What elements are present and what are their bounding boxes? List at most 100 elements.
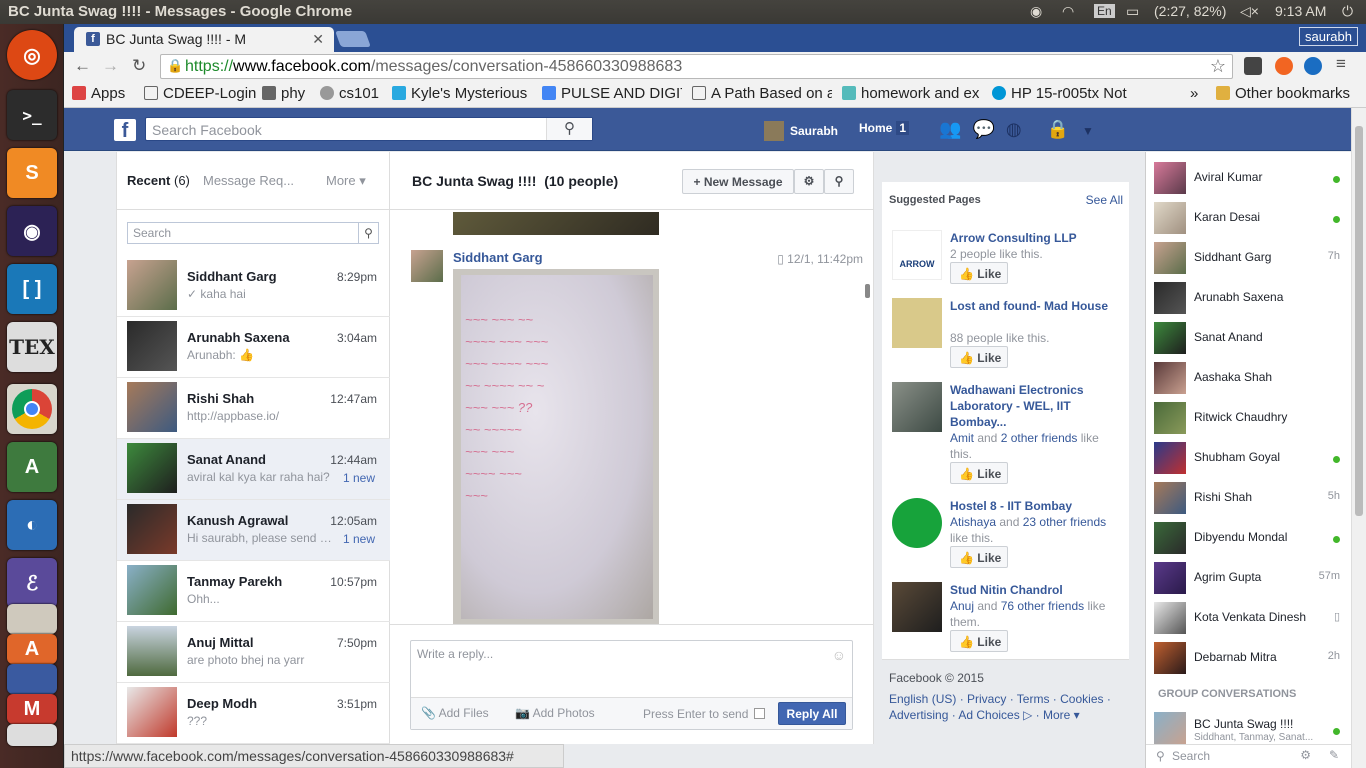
gmail-icon[interactable]: M (7, 694, 57, 724)
bookmark-cdeep[interactable]: CDEEP-Login (144, 85, 256, 102)
message-sender[interactable]: Siddhant Garg (453, 250, 543, 265)
search-icon[interactable]: ⚲ (546, 118, 592, 140)
files-icon[interactable] (7, 604, 57, 634)
add-files-button[interactable]: 📎 Add Files (421, 706, 489, 720)
reply-all-button[interactable]: Reply All (778, 702, 846, 725)
like-button[interactable]: 👍 Like (950, 346, 1008, 368)
android-studio-icon[interactable]: A (7, 442, 57, 492)
page-scrollbar[interactable] (1351, 108, 1366, 768)
browser-tab[interactable]: f BC Junta Swag !!!! - M ✕ (74, 27, 334, 52)
like-button[interactable]: 👍 Like (950, 262, 1008, 284)
battery-status[interactable]: (2:27, 82%) (1154, 3, 1226, 19)
notifications-icon[interactable]: ◍ (1006, 119, 1022, 139)
clock[interactable]: 9:13 AM (1275, 3, 1326, 19)
chat-friend[interactable]: Agrim Gupta 57m (1154, 558, 1350, 598)
bookmark-homework[interactable]: homework and ex (842, 85, 982, 102)
new-tab-button[interactable] (335, 31, 371, 47)
other-bookmarks[interactable]: Other bookmarks (1216, 85, 1350, 102)
ubuntu-dash-icon[interactable]: ◎ (7, 30, 57, 80)
new-message-button[interactable]: + New Message (682, 169, 794, 194)
chat-friend[interactable]: Siddhant Garg 7h (1154, 238, 1350, 278)
bookmark-kyle[interactable]: Kyle's Mysterious (392, 85, 532, 102)
footer-links[interactable]: English (US) · Privacy · Terms · Cookies… (889, 691, 1119, 723)
software-center-icon[interactable]: A (7, 634, 57, 664)
conversation-item[interactable]: Deep Modh 3:51pm??? (117, 683, 391, 744)
bookmark-hp[interactable]: HP 15-r005tx Not (992, 85, 1132, 102)
add-photos-button[interactable]: 📷 Add Photos (515, 706, 595, 720)
battery-icon[interactable]: ▭ (1126, 3, 1139, 20)
volume-muted-icon[interactable]: ◁× (1240, 3, 1259, 20)
google-chrome-icon[interactable] (7, 384, 57, 434)
bookmarks-overflow[interactable]: » (1190, 85, 1198, 102)
power-icon[interactable]: ⏻ (1342, 3, 1353, 20)
bookmark-path-based[interactable]: A Path Based on a (692, 85, 832, 102)
reply-box[interactable]: Write a reply... ☺ 📎 Add Files 📷 Add Pho… (410, 640, 853, 730)
wifi-icon[interactable]: ◠ (1062, 3, 1074, 20)
back-icon[interactable]: ← (74, 56, 91, 76)
chat-search-input[interactable]: ⚲ Search ⚙ ✎ (1146, 744, 1351, 768)
like-button[interactable]: 👍 Like (950, 462, 1008, 484)
texmaker-icon[interactable]: TEX (7, 322, 57, 372)
chat-friend[interactable]: Shubham Goyal (1154, 438, 1350, 478)
page-logo-icon[interactable] (892, 382, 942, 432)
chat-friend[interactable]: Aviral Kumar (1154, 158, 1350, 198)
page-title[interactable]: Lost and found- Mad House (950, 298, 1120, 314)
menu-icon[interactable]: ≡ (1336, 54, 1346, 74)
conversation-item[interactable]: Siddhant Garg 8:29pm ✓ kaha hai (117, 256, 391, 317)
facebook-logo-icon[interactable]: f (114, 119, 136, 142)
tab-recent[interactable]: Recent (6) (127, 173, 190, 188)
messages-icon[interactable]: 💬 (972, 119, 994, 139)
search-icon[interactable]: ⚲ (358, 223, 378, 243)
inbox-search-input[interactable]: Search ⚲ (127, 222, 379, 244)
reload-icon[interactable]: ↻ (132, 56, 146, 76)
page-logo-icon[interactable] (892, 498, 942, 548)
address-bar[interactable]: 🔒 https://www.facebook.com/messages/conv… (160, 54, 1233, 79)
bookmark-star-icon[interactable]: ☆ (1210, 56, 1226, 77)
compose-icon[interactable]: ✎ (1329, 748, 1339, 762)
previous-photo[interactable] (453, 212, 659, 235)
account-menu-icon[interactable]: ▼ (1082, 124, 1094, 138)
bookmark-apps[interactable]: Apps (72, 85, 125, 102)
bookmark-pulse[interactable]: PULSE AND DIGIT (542, 85, 682, 102)
whiteboard-photo[interactable]: ~~~ ~~~ ~~ ~~~~ ~~~ ~~~ ~~~ ~~~~ ~~~ ~~ ~~~… (453, 269, 659, 625)
page-title[interactable]: Hostel 8 - IIT Bombay (950, 498, 1120, 514)
tab-message-requests[interactable]: Message Req... (203, 173, 294, 188)
see-all-link[interactable]: See All (1086, 193, 1123, 207)
page-title[interactable]: Arrow Consulting LLP (950, 230, 1120, 246)
page-title[interactable]: Stud Nitin Chandrol (950, 582, 1120, 598)
home-link[interactable]: Home 1 (859, 121, 910, 135)
page-logo-icon[interactable] (892, 298, 942, 348)
conversation-item[interactable]: Anuj Mittal 7:50pm are photo bhej na yarr (117, 622, 391, 683)
like-button[interactable]: 👍 Like (950, 546, 1008, 568)
tab-more[interactable]: More ▾ (326, 173, 366, 189)
forward-icon[interactable]: → (102, 56, 119, 76)
eclipse-icon[interactable]: ◉ (7, 206, 57, 256)
trash-icon[interactable] (7, 724, 57, 746)
group-conversation[interactable]: BC Junta Swag !!!! Siddhant, Tanmay, San… (1154, 708, 1350, 744)
avatar[interactable] (411, 250, 443, 282)
press-enter-checkbox[interactable] (754, 708, 765, 719)
close-tab-icon[interactable]: ✕ (312, 31, 324, 48)
chat-friend[interactable]: Kota Venkata Dinesh ▯ (1154, 598, 1350, 638)
brackets-icon[interactable]: [ ] (7, 264, 57, 314)
sublime-text-icon[interactable]: S (7, 148, 57, 198)
impress-icon[interactable] (7, 664, 57, 694)
thread-search-icon[interactable]: ⚲ (824, 169, 854, 194)
chat-friend[interactable]: Sanat Anand (1154, 318, 1350, 358)
conversation-item[interactable]: Rishi Shah 12:47am http://appbase.io/ (117, 378, 391, 439)
emacs-icon[interactable]: ℰ (7, 558, 57, 608)
pocket-extension-icon[interactable] (1244, 57, 1262, 75)
like-button[interactable]: 👍 Like (950, 630, 1008, 652)
page-logo-icon[interactable]: ARROW (892, 230, 942, 280)
fish-app-icon[interactable]: ◐ (7, 500, 57, 550)
chat-friend[interactable]: Aashaka Shah (1154, 358, 1350, 398)
reply-input[interactable]: Write a reply... (417, 647, 493, 661)
scrollbar-thumb[interactable] (1355, 126, 1363, 516)
chat-settings-icon[interactable]: ⚙ (1300, 748, 1311, 762)
terminal-icon[interactable]: >_ (7, 90, 57, 140)
bookmark-cs101[interactable]: cs101 (320, 85, 379, 102)
chat-friend[interactable]: Karan Desai (1154, 198, 1350, 238)
conversation-item[interactable]: Sanat Anand 12:44am aviral kal kya kar rah… (117, 439, 391, 500)
page-logo-icon[interactable] (892, 582, 942, 632)
extension-icon[interactable] (1275, 57, 1293, 75)
